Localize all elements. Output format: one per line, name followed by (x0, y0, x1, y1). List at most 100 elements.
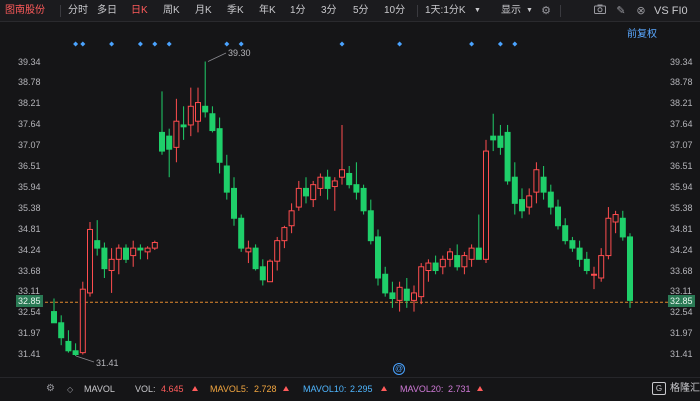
candle-body-up (526, 195, 533, 208)
indicator-bar: ⚙ ◇ MAVOL VOL: 4.645 MAVOL5: 2.728 MAVOL… (0, 377, 700, 401)
event-marker (109, 41, 115, 47)
chevron-down-icon[interactable]: ▼ (526, 4, 533, 18)
event-marker (166, 41, 172, 47)
right-axis-tick: 35.94 (670, 182, 693, 192)
mavol20-value: 2.731 (448, 384, 471, 394)
low-price-label: 31.41 (96, 358, 119, 368)
display-menu[interactable]: 显示 (501, 4, 521, 18)
candle-body-down (324, 176, 331, 189)
candle-body-up (461, 255, 468, 268)
candle-body-down (259, 266, 266, 281)
tab-monthly-k[interactable]: 月K (195, 4, 212, 18)
tab-1min[interactable]: 1分 (290, 4, 306, 18)
candle-body-up (533, 169, 540, 193)
event-marker (339, 41, 345, 47)
settings-icon[interactable]: ⚙ (46, 383, 55, 394)
candle-body-down (562, 225, 569, 242)
candle-body-down (166, 135, 173, 150)
adjust-mode-button[interactable]: 前复权 (627, 25, 657, 40)
candle-body-down (252, 247, 259, 270)
arrow-up-icon (474, 384, 483, 395)
candle-body-up (447, 251, 453, 260)
candle-body-down (137, 247, 144, 251)
left-axis-tick: 37.07 (18, 140, 41, 150)
toolbar-divider (60, 5, 61, 17)
left-axis-tick: 32.54 (18, 307, 41, 317)
chevron-down-icon[interactable]: ◇ (67, 384, 73, 395)
left-axis-tick: 39.34 (18, 57, 41, 67)
tab-3min[interactable]: 3分 (321, 4, 337, 18)
candle-body-down (382, 273, 389, 294)
candle-body-down (454, 255, 461, 268)
right-axis-tick: 33.68 (670, 266, 693, 276)
stock-name[interactable]: 图南股份 (5, 4, 45, 18)
candle-body-down (360, 187, 367, 212)
chevron-down-icon[interactable]: ▼ (474, 4, 481, 18)
left-axis-tick: 31.97 (18, 328, 41, 338)
event-marker-icon[interactable]: @ (393, 363, 405, 375)
indicator-name[interactable]: MAVOL (84, 384, 115, 395)
arrow-up-icon (378, 384, 387, 395)
right-axis-tick: 38.21 (670, 98, 693, 108)
candle-body-up (195, 102, 201, 122)
tab-weekly-k[interactable]: 周K (163, 4, 180, 18)
candle-body-up (115, 247, 122, 260)
candle-body-down (202, 105, 209, 113)
candlestick-chart[interactable]: 39.34 38.78 38.21 37.64 37.07 36.51 35.9… (0, 22, 700, 377)
crosshair-icon[interactable]: ⊗ (633, 3, 649, 19)
right-axis-tick: 37.64 (670, 119, 693, 129)
tab-yearly-k[interactable]: 年K (259, 4, 276, 18)
tab-5min[interactable]: 5分 (353, 4, 369, 18)
event-marker (137, 41, 143, 47)
left-axis-tick: 38.21 (18, 98, 41, 108)
candle-body-up (79, 288, 86, 354)
candle-body-up (288, 210, 295, 227)
right-axis-tick: 31.41 (670, 349, 693, 359)
right-axis-tick: 32.54 (670, 307, 693, 317)
candle-body-up (396, 286, 403, 301)
candle-body-up (151, 242, 158, 249)
candle-body-down (375, 236, 381, 279)
mavol5-label: MAVOL5: (210, 384, 249, 394)
vol-value: 4.645 (161, 384, 184, 394)
current-price-tag-left: 32.85 (16, 295, 43, 307)
candle-body-down (72, 350, 79, 356)
settings-icon[interactable]: ⚙ (538, 3, 554, 19)
left-axis-tick: 38.78 (18, 77, 41, 87)
tab-quarterly-k[interactable]: 季K (227, 4, 244, 18)
candle-body-up (418, 266, 425, 298)
left-axis-tick: 34.24 (18, 245, 41, 255)
candle-body-down (555, 206, 561, 227)
candle-body-up (310, 184, 317, 201)
candle-body-up (439, 258, 446, 268)
left-axis-tick: 35.94 (18, 182, 41, 192)
compare-button[interactable]: VS FI0 (654, 4, 688, 18)
candle-body-up (281, 227, 288, 242)
candle-body-up (144, 247, 151, 253)
candle-body-down (94, 240, 101, 249)
candle-body-down (627, 236, 633, 301)
candle-body-down (547, 191, 554, 208)
tab-intraday[interactable]: 分时 (68, 4, 88, 18)
event-marker (469, 41, 475, 47)
tab-10min[interactable]: 10分 (384, 4, 405, 18)
candle-body-up (130, 247, 137, 257)
candle-body-up (605, 217, 612, 257)
tab-daily-k[interactable]: 日K (131, 4, 148, 18)
candle-body-down (353, 184, 360, 193)
candle-body-up (108, 258, 115, 272)
mavol10-label: MAVOL10: (303, 384, 347, 394)
candle-body-down (540, 176, 547, 193)
camera-icon[interactable] (592, 3, 608, 19)
right-axis-tick: 31.97 (670, 328, 693, 338)
event-marker (152, 41, 158, 47)
candle-body-up (267, 260, 273, 283)
candle-body-up (425, 262, 432, 272)
chart-canvas (40, 41, 668, 363)
edit-icon[interactable]: ✎ (613, 3, 629, 19)
multi-day-select[interactable]: 1天:1分K (425, 4, 466, 18)
tab-multi-day[interactable]: 多日 (97, 4, 117, 18)
event-marker (397, 41, 403, 47)
high-price-label: 39.30 (228, 48, 251, 58)
candle-body-down (209, 113, 216, 132)
